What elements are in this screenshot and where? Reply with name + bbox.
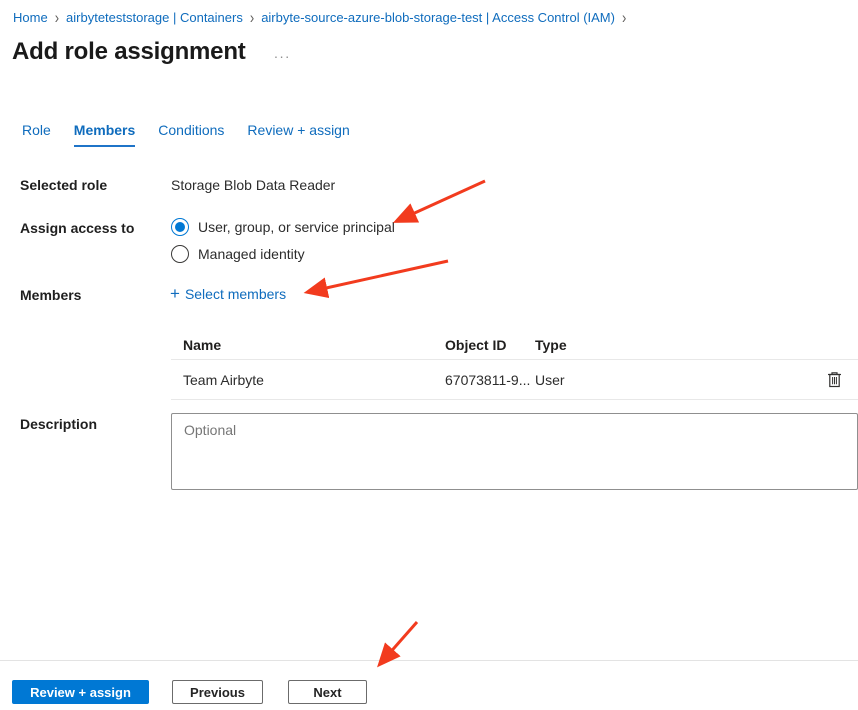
breadcrumb-home-link[interactable]: Home [13, 10, 48, 25]
footer-divider [0, 660, 858, 661]
description-label: Description [20, 416, 97, 432]
chevron-right-icon: › [250, 8, 254, 27]
member-name: Team Airbyte [183, 372, 445, 388]
selected-role-label: Selected role [20, 177, 107, 193]
select-members-label: Select members [185, 286, 286, 302]
breadcrumb-access-control-link[interactable]: airbyte-source-azure-blob-storage-test |… [261, 10, 615, 25]
breadcrumb: Home › airbyteteststorage | Containers ›… [13, 10, 626, 25]
radio-selected-icon [171, 218, 189, 236]
trash-icon [827, 371, 842, 388]
members-table: Name Object ID Type Team Airbyte 6707381… [171, 330, 858, 400]
annotation-arrow [397, 181, 485, 221]
column-header-type: Type [535, 337, 810, 353]
add-role-assignment-page: Home › airbyteteststorage | Containers ›… [0, 0, 858, 710]
previous-button[interactable]: Previous [172, 680, 263, 704]
breadcrumb-containers-link[interactable]: airbyteteststorage | Containers [66, 10, 243, 25]
members-label: Members [20, 287, 81, 303]
plus-icon: + [170, 285, 180, 302]
remove-member-button[interactable] [825, 369, 844, 390]
column-header-name: Name [183, 337, 445, 353]
radio-unselected-icon [171, 245, 189, 263]
next-button[interactable]: Next [288, 680, 367, 704]
tab-members[interactable]: Members [74, 122, 135, 147]
selected-role-value: Storage Blob Data Reader [171, 177, 335, 193]
more-options-icon[interactable]: ··· [274, 41, 291, 63]
chevron-right-icon: › [55, 8, 59, 27]
tab-bar: Role Members Conditions Review + assign [22, 122, 350, 147]
chevron-right-icon: › [622, 8, 626, 27]
annotation-arrow [308, 261, 448, 292]
assign-access-to-label: Assign access to [20, 220, 134, 236]
select-members-link[interactable]: + Select members [170, 285, 286, 302]
radio-user-group-service-principal[interactable]: User, group, or service principal [171, 218, 395, 236]
review-assign-button[interactable]: Review + assign [12, 680, 149, 704]
tab-conditions[interactable]: Conditions [158, 122, 224, 147]
page-title: Add role assignment [12, 38, 246, 66]
assign-access-radio-group: User, group, or service principal Manage… [171, 218, 395, 263]
tab-role[interactable]: Role [22, 122, 51, 147]
table-row: Team Airbyte 67073811-9... User [171, 360, 858, 400]
title-row: Add role assignment ··· [12, 38, 291, 66]
description-input[interactable] [171, 413, 858, 490]
radio-managed-identity[interactable]: Managed identity [171, 245, 395, 263]
annotation-arrow [380, 622, 417, 664]
member-type: User [535, 372, 810, 388]
members-table-header: Name Object ID Type [171, 330, 858, 360]
radio-label: User, group, or service principal [198, 219, 395, 235]
radio-label: Managed identity [198, 246, 305, 262]
member-object-id: 67073811-9... [445, 372, 535, 388]
column-header-object-id: Object ID [445, 337, 535, 353]
tab-review-assign[interactable]: Review + assign [247, 122, 349, 147]
